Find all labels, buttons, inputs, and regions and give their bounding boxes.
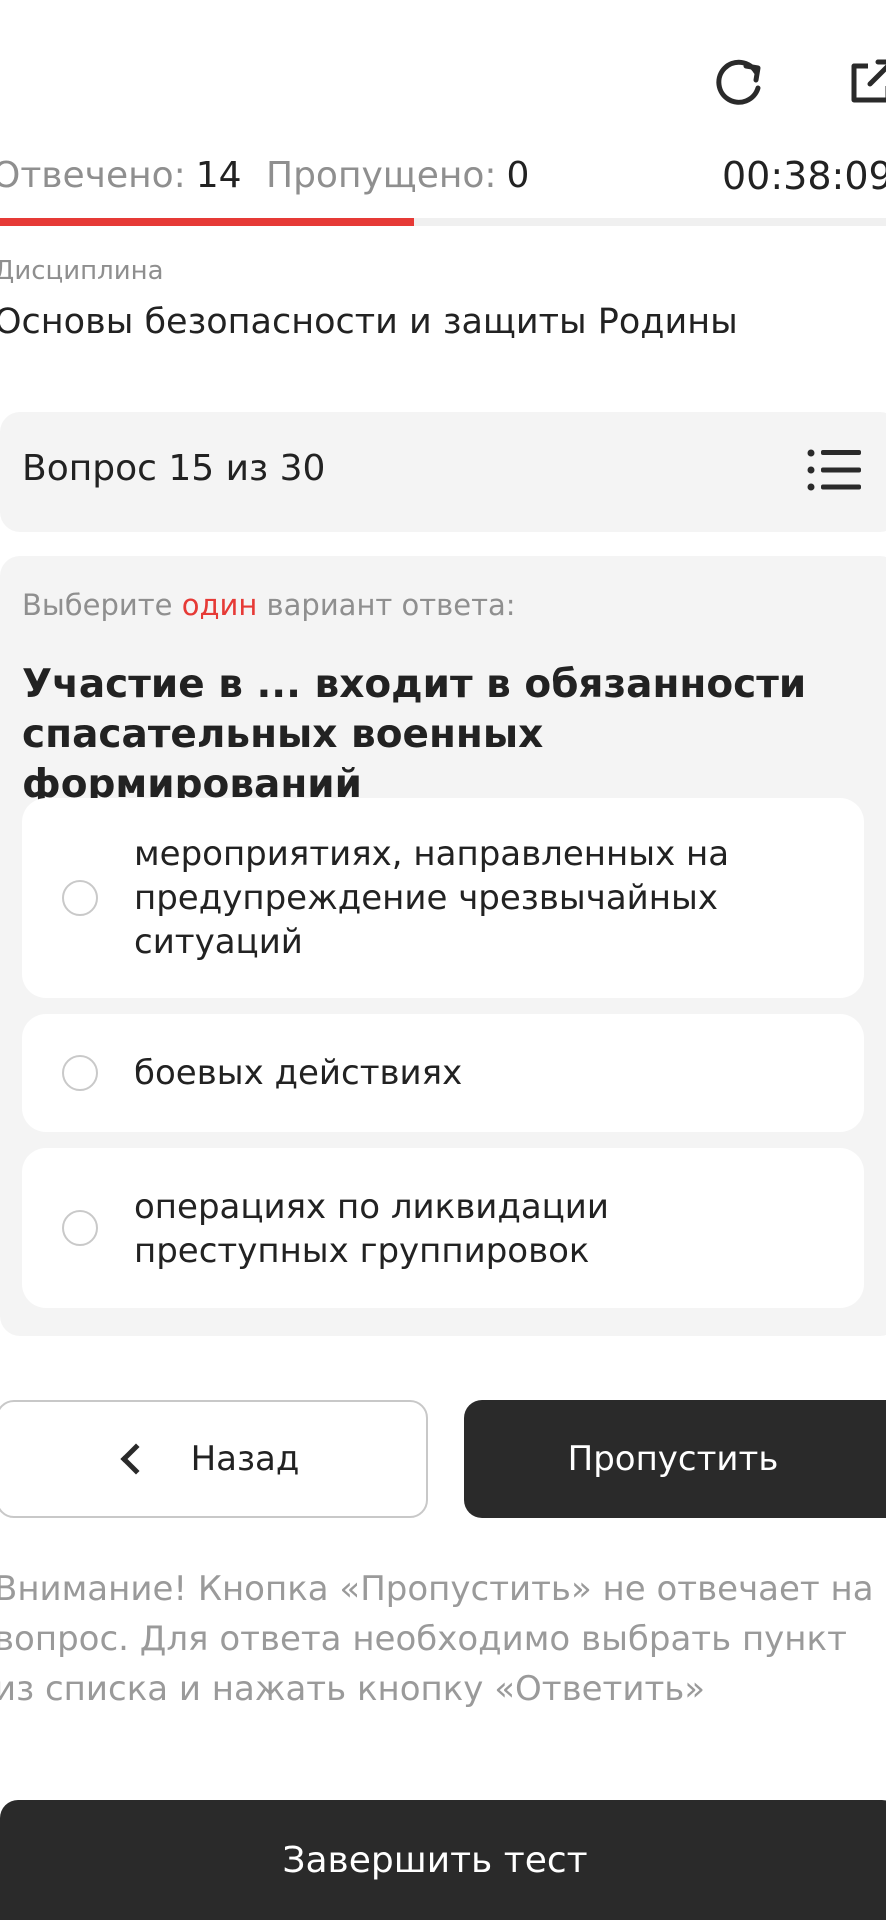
- finish-test-label: Завершить тест: [282, 1839, 588, 1881]
- answered-value: 14: [195, 155, 242, 196]
- answer-option[interactable]: операциях по ликвидации преступных групп…: [22, 1148, 864, 1308]
- instruction-suffix: вариант ответа:: [257, 588, 516, 622]
- question-text: Участие в ... входит в обязанности спаса…: [22, 662, 807, 807]
- back-button-label: Назад: [190, 1439, 300, 1479]
- chevron-left-icon: [120, 1443, 152, 1475]
- skip-button-label: Пропустить: [567, 1439, 779, 1479]
- skip-notice: Внимание! Кнопка «Пропустить» не отвечае…: [0, 1569, 874, 1709]
- question-counter: Вопрос 15 из 30: [22, 448, 326, 489]
- skipped-label: Пропущено:: [266, 155, 497, 196]
- reload-button[interactable]: [710, 52, 770, 112]
- chevron-left-icon[interactable]: [0, 46, 10, 84]
- answer-option-label: мероприятиях, направленных на предупрежд…: [134, 834, 730, 962]
- discipline-label: Дисциплина: [0, 256, 164, 286]
- answered-label: Отвечено:: [0, 155, 186, 196]
- answer-option-label: операциях по ликвидации преступных групп…: [134, 1187, 610, 1271]
- timer: 00:38:09: [722, 154, 886, 198]
- answered-count: Отвечено: 14: [0, 152, 242, 200]
- back-button[interactable]: Назад: [0, 1400, 428, 1518]
- list-icon: [807, 449, 861, 491]
- discipline-title: Основы безопасности и защиты Родины: [0, 302, 738, 342]
- share-button[interactable]: [842, 52, 886, 112]
- reload-icon: [716, 59, 761, 105]
- question-list-button[interactable]: [805, 444, 863, 496]
- instruction-prefix: Выберите: [22, 588, 182, 622]
- instruction-accent: один: [181, 588, 258, 622]
- progress-fill: [0, 218, 414, 226]
- answer-option[interactable]: мероприятиях, направленных на предупрежд…: [22, 798, 864, 998]
- radio-button[interactable]: [62, 1210, 98, 1246]
- answer-option-label: боевых действиях: [134, 1053, 463, 1093]
- radio-button[interactable]: [62, 1055, 98, 1091]
- radio-button[interactable]: [62, 880, 98, 916]
- answer-option[interactable]: боевых действиях: [22, 1014, 864, 1132]
- skipped-count: Пропущено: 0: [266, 152, 529, 200]
- skipped-value: 0: [506, 155, 530, 196]
- finish-test-button[interactable]: Завершить тест: [0, 1800, 886, 1920]
- skip-button[interactable]: Пропустить: [464, 1400, 886, 1518]
- share-icon: [851, 59, 886, 103]
- answer-instruction: Выберите один вариант ответа:: [22, 588, 516, 622]
